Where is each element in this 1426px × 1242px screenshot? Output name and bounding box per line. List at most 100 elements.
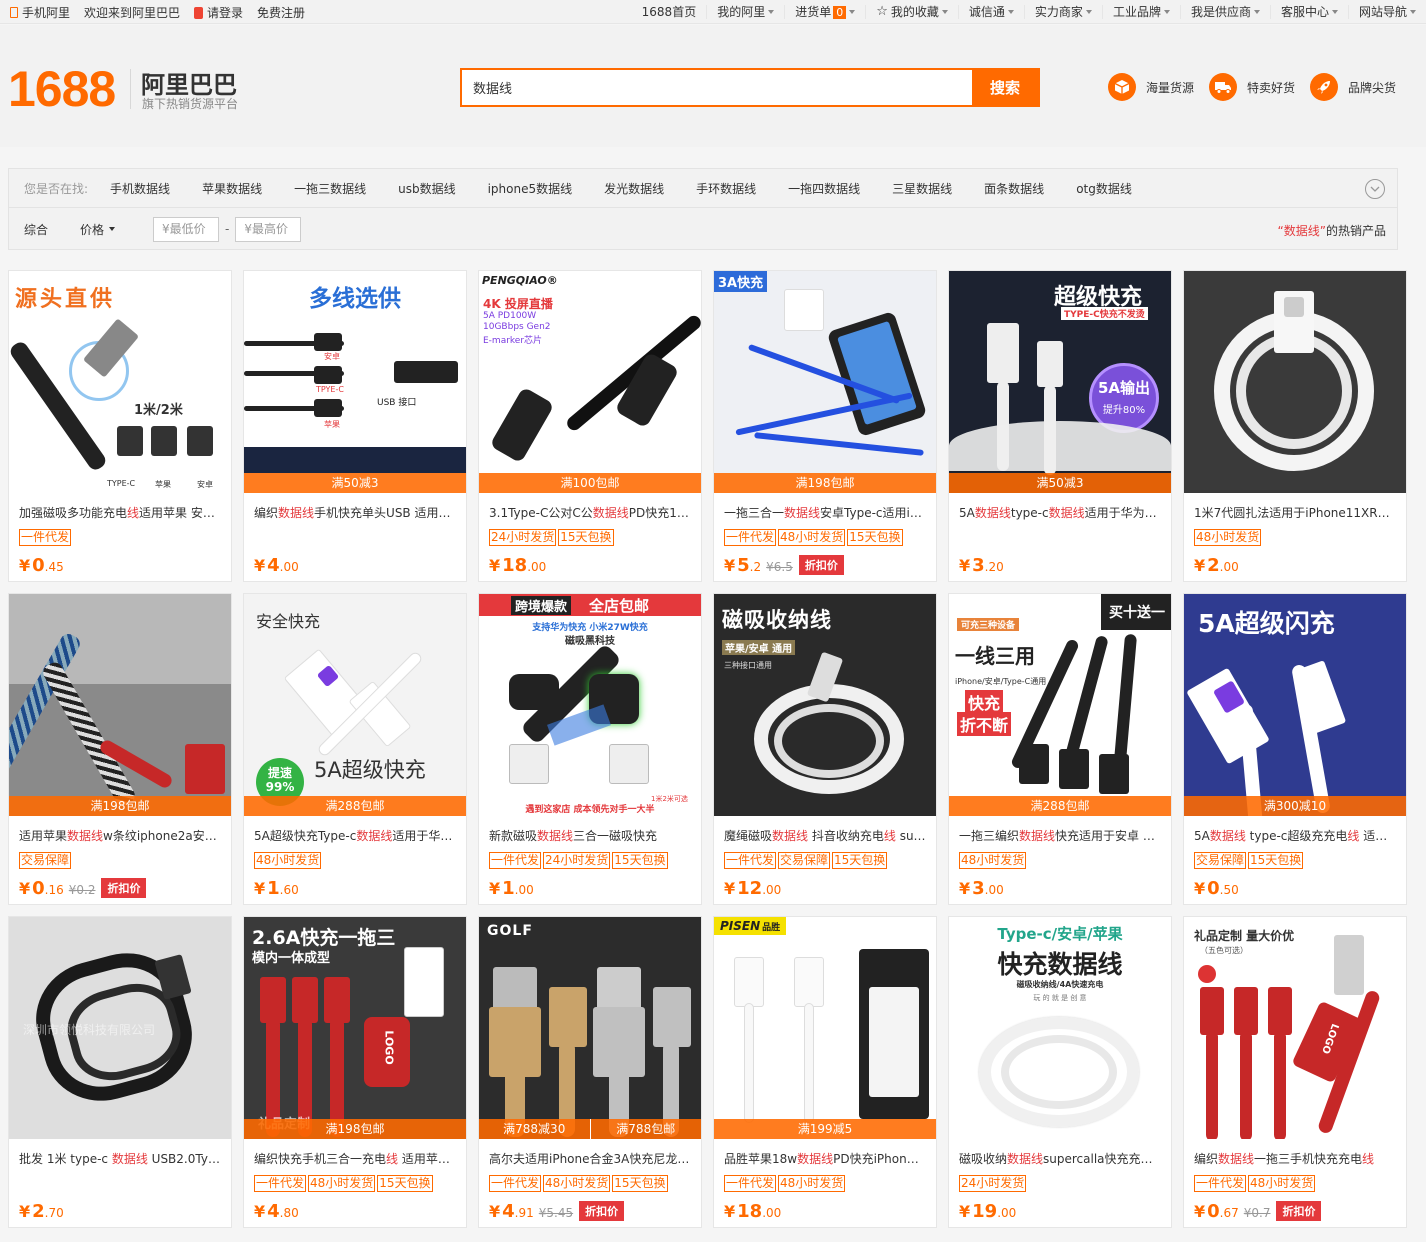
expand-keywords-icon[interactable] — [1365, 179, 1385, 199]
product-image[interactable]: 2.6A快充一拖三 模内一体成型 LOGO 礼品定制满198包邮 — [244, 917, 466, 1139]
product-title[interactable]: 适用苹果数据线w条纹iphone2a安卓充电 — [9, 827, 231, 845]
product-image[interactable]: 安全快充 提速 99% 5A超级快充 满288包邮 — [244, 594, 466, 816]
product-title[interactable]: 1米7代圆扎法适用于iPhone11XRmax数据线 — [1184, 504, 1406, 522]
related-keyword-link[interactable]: 苹果数据线 — [202, 180, 262, 197]
service-tag: 一件代发 — [724, 852, 777, 869]
product-title[interactable]: 加强磁吸多功能充电线适用苹果 安卓type-c — [9, 504, 231, 522]
product-image[interactable]: PENGQIAO® 4K 投屏直播 5A PD100W 10GBbps Gen2… — [479, 271, 701, 493]
logo-1688[interactable]: 1688 — [8, 63, 116, 115]
product-image[interactable]: 多线选供 安卓 TPYE-C 苹果 USB 接口 满50减3 — [244, 271, 466, 493]
price-currency: ¥ — [19, 556, 31, 575]
product-title[interactable]: 3.1Type-C公对C公数据线PD快充100W — [479, 504, 701, 522]
product-card[interactable]: Type-c/安卓/苹果 快充数据线 磁吸收纳线/4A快速充电 玩 的 就 是 … — [948, 916, 1172, 1228]
mobile-alibaba-link[interactable]: 手机阿里 — [10, 4, 70, 21]
product-title[interactable]: 批发 1米 type-c 数据线 USB2.0Type-C — [9, 1150, 231, 1168]
related-keyword-link[interactable]: 一拖三数据线 — [294, 180, 366, 197]
register-link[interactable]: 免费注册 — [257, 4, 305, 21]
product-card[interactable]: 磁吸收纳线 苹果/安卓 通用 三种接口通用 魔绳磁吸数据线 抖音收纳充电线 su… — [713, 593, 937, 905]
search-input[interactable] — [462, 70, 972, 105]
related-keyword-link[interactable]: 面条数据线 — [984, 180, 1044, 197]
product-title[interactable]: 魔绳磁吸数据线 抖音收纳充电线 supercalla — [714, 827, 936, 845]
sort-default[interactable]: 综合 — [24, 221, 48, 238]
product-card[interactable]: 礼品定制 量大价优 （五色可选） LOGO 编织数据线一拖三手机快充充电线 一件代发… — [1183, 916, 1407, 1228]
related-keyword-link[interactable]: 一拖四数据线 — [788, 180, 860, 197]
related-keyword-link[interactable]: 手环数据线 — [696, 180, 756, 197]
product-image[interactable]: 5A超级闪充 满300减10 — [1184, 594, 1406, 816]
top-nav-link[interactable]: 网站导航 — [1347, 5, 1426, 19]
related-keyword-link[interactable]: 三星数据线 — [892, 180, 952, 197]
min-price-input[interactable]: ¥最低价 — [153, 216, 220, 242]
header-link-brand[interactable]: 品牌尖货 — [1310, 73, 1396, 101]
phone-icon — [10, 6, 18, 18]
product-card[interactable]: PENGQIAO® 4K 投屏直播 5A PD100W 10GBbps Gen2… — [478, 270, 702, 582]
related-keyword-link[interactable]: 发光数据线 — [604, 180, 664, 197]
related-keyword-link[interactable]: usb数据线 — [398, 180, 455, 197]
product-image[interactable]: PISEN 品胜 满199减5 — [714, 917, 936, 1139]
related-keyword-link[interactable]: otg数据线 — [1076, 180, 1132, 197]
login-link[interactable]: 请登录 — [194, 4, 243, 21]
product-title[interactable]: 编织数据线一拖三手机快充充电线 — [1184, 1150, 1406, 1168]
top-nav-link[interactable]: ☆ 我的收藏 — [865, 5, 958, 19]
chevron-down-icon — [1163, 10, 1170, 14]
price-integer: 2 — [32, 1201, 45, 1222]
header-link-mass-supply[interactable]: 海量货源 — [1108, 73, 1194, 101]
product-title[interactable]: 高尔夫适用iPhone合金3A快充尼龙编织 — [479, 1150, 701, 1168]
product-title[interactable]: 新款磁吸数据线三合一磁吸快充 — [479, 827, 701, 845]
product-image[interactable]: 3A快充 满198包邮 — [714, 271, 936, 493]
product-image[interactable]: 礼品定制 量大价优 （五色可选） LOGO — [1184, 917, 1406, 1139]
product-card[interactable]: 源头直供 1米/2米 TYPE-C 苹果 安卓加强磁吸多功能充电线适用苹果 安卓… — [8, 270, 232, 582]
top-nav-link-label: 工业品牌 — [1112, 5, 1161, 19]
top-nav-link[interactable]: 我是供应商 — [1179, 5, 1270, 19]
related-keyword-link[interactable]: iphone5数据线 — [488, 180, 573, 197]
product-card[interactable]: 3A快充 满198包邮 一拖三合一数据线安卓Type-c适用iPhone 一件代发 4… — [713, 270, 937, 582]
product-image[interactable]: 磁吸收纳线 苹果/安卓 通用 三种接口通用 — [714, 594, 936, 816]
product-image[interactable]: 可充三种设备 一线三用 iPhone/安卓/Type-C通用 快充 折不断 买十… — [949, 594, 1171, 816]
service-tag: 24小时发货 — [489, 529, 557, 546]
product-title[interactable]: 一拖三编织数据线快充适用于安卓 苹果 — [949, 827, 1171, 845]
product-title[interactable]: 5A超级快充Type-c数据线适用于华为小米 — [244, 827, 466, 845]
product-card[interactable]: 超级快充 TYPE-C快充不发烫 5A输出 提升80% 满50减3 5A数据线ty… — [948, 270, 1172, 582]
product-card[interactable]: 2.6A快充一拖三 模内一体成型 LOGO 礼品定制满198包邮编织快充手机三合… — [243, 916, 467, 1228]
product-image[interactable]: 满198包邮 — [9, 594, 231, 816]
product-card[interactable]: 可充三种设备 一线三用 iPhone/安卓/Type-C通用 快充 折不断 买十… — [948, 593, 1172, 905]
top-nav-link[interactable]: 实力商家 — [1023, 5, 1102, 19]
product-card[interactable]: PISEN 品胜 满199减5 品胜苹果18w数据线PD快充iPhone11 一件代发… — [713, 916, 937, 1228]
product-image[interactable] — [1184, 271, 1406, 493]
product-image[interactable]: 源头直供 1米/2米 TYPE-C 苹果 安卓 — [9, 271, 231, 493]
product-title[interactable]: 5A数据线type-c数据线适用于华为快充 — [949, 504, 1171, 522]
top-nav-link[interactable]: 我的阿里 — [706, 5, 784, 19]
product-card[interactable]: 跨境爆款 全店包邮 支持华为快充 小米27W快充 磁吸黑科技 1米2米可选 遇到… — [478, 593, 702, 905]
search-button[interactable]: 搜索 — [972, 70, 1038, 105]
product-card[interactable]: 满198包邮 适用苹果数据线w条纹iphone2a安卓充电 交易保障 ¥0.16 ¥0.… — [8, 593, 232, 905]
top-nav-link[interactable]: 客服中心 — [1269, 5, 1348, 19]
product-title[interactable]: 一拖三合一数据线安卓Type-c适用iPhone — [714, 504, 936, 522]
product-image[interactable]: 超级快充 TYPE-C快充不发烫 5A输出 提升80% 满50减3 — [949, 271, 1171, 493]
product-card[interactable]: 5A超级闪充 满300减10 5A数据线 type-c超级充充电线 适用华为交易保… — [1183, 593, 1407, 905]
image-label: TPYE-C — [316, 385, 344, 394]
product-card[interactable]: 1米7代圆扎法适用于iPhone11XRmax数据线 48小时发货 ¥2.00 — [1183, 270, 1407, 582]
top-nav-link[interactable]: 工业品牌 — [1101, 5, 1180, 19]
product-title[interactable]: 品胜苹果18w数据线PD快充iPhone11 — [714, 1150, 936, 1168]
sort-price[interactable]: 价格 — [80, 221, 116, 238]
top-nav-link[interactable]: 1688首页 — [632, 5, 707, 19]
product-title[interactable]: 编织快充手机三合一充电线 适用苹果华为 — [244, 1150, 466, 1168]
related-keyword-link[interactable]: 手机数据线 — [110, 180, 170, 197]
top-nav-link[interactable]: 诚信通 — [957, 5, 1024, 19]
header-link-special-sale[interactable]: 特卖好货 — [1209, 73, 1295, 101]
top-nav-link[interactable]: 进货单 0 — [784, 5, 865, 19]
promo-banner: 满300减10 — [1184, 796, 1406, 816]
discount-badge: 折扣价 — [579, 1201, 625, 1221]
product-card[interactable]: GOLF 满788减30 满788包邮 高尔夫适用iPhone合金3A快充尼龙编织一… — [478, 916, 702, 1228]
product-image[interactable]: 深圳市领悦科技有限公司 — [9, 917, 231, 1139]
product-image[interactable]: Type-c/安卓/苹果 快充数据线 磁吸收纳线/4A快速充电 玩 的 就 是 … — [949, 917, 1171, 1139]
image-spec: 10GBbps Gen2 — [483, 322, 551, 332]
product-card[interactable]: 深圳市领悦科技有限公司批发 1米 type-c 数据线 USB2.0Type-C… — [8, 916, 232, 1228]
product-title[interactable]: 5A数据线 type-c超级充充电线 适用华为 — [1184, 827, 1406, 845]
product-title[interactable]: 编织数据线手机快充单头USB 适用苹果 — [244, 504, 466, 522]
product-card[interactable]: 多线选供 安卓 TPYE-C 苹果 USB 接口 满50减3 编织数据线手机快充单… — [243, 270, 467, 582]
product-card[interactable]: 安全快充 提速 99% 5A超级快充 满288包邮 5A超级快充Type-c数据线适… — [243, 593, 467, 905]
product-image[interactable]: GOLF 满788减30 满788包邮 — [479, 917, 701, 1139]
max-price-input[interactable]: ¥最高价 — [235, 216, 302, 242]
product-title[interactable]: 磁吸收纳数据线supercalla快充充电线 — [949, 1150, 1171, 1168]
product-image[interactable]: 跨境爆款 全店包邮 支持华为快充 小米27W快充 磁吸黑科技 1米2米可选 遇到… — [479, 594, 701, 816]
